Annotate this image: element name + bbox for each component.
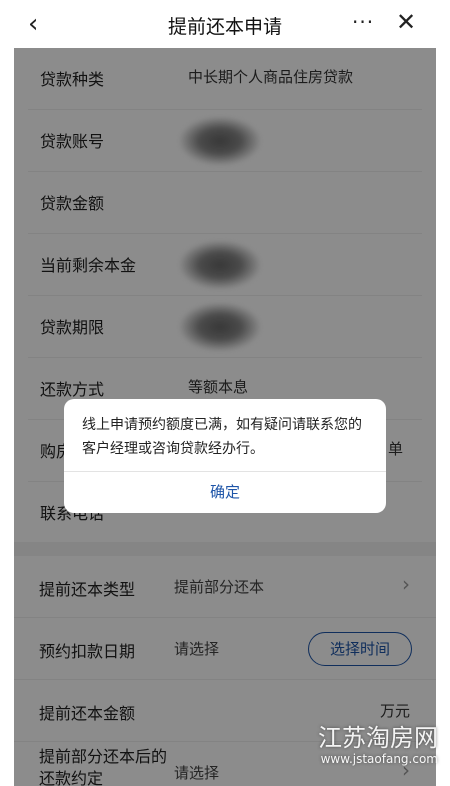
dialog-message: 线上申请预约额度已满，如有疑问请联系您的客户经理或咨询贷款经办行。	[82, 417, 362, 457]
dialog-divider	[64, 471, 386, 472]
page-title: 提前还本申请	[167, 16, 282, 38]
navigation-bar: ‹ 提前还本申请 ··· ✕	[0, 0, 450, 48]
more-options-icon[interactable]: ···	[352, 10, 374, 34]
alert-dialog: 线上申请预约额度已满，如有疑问请联系您的客户经理或咨询贷款经办行。 确定	[64, 399, 386, 513]
watermark-url: www.jstaofang.com	[320, 752, 438, 766]
confirm-button[interactable]: 确定	[64, 481, 386, 502]
watermark-brand: 江苏淘房网	[318, 724, 438, 752]
close-icon[interactable]: ✕	[396, 8, 416, 36]
